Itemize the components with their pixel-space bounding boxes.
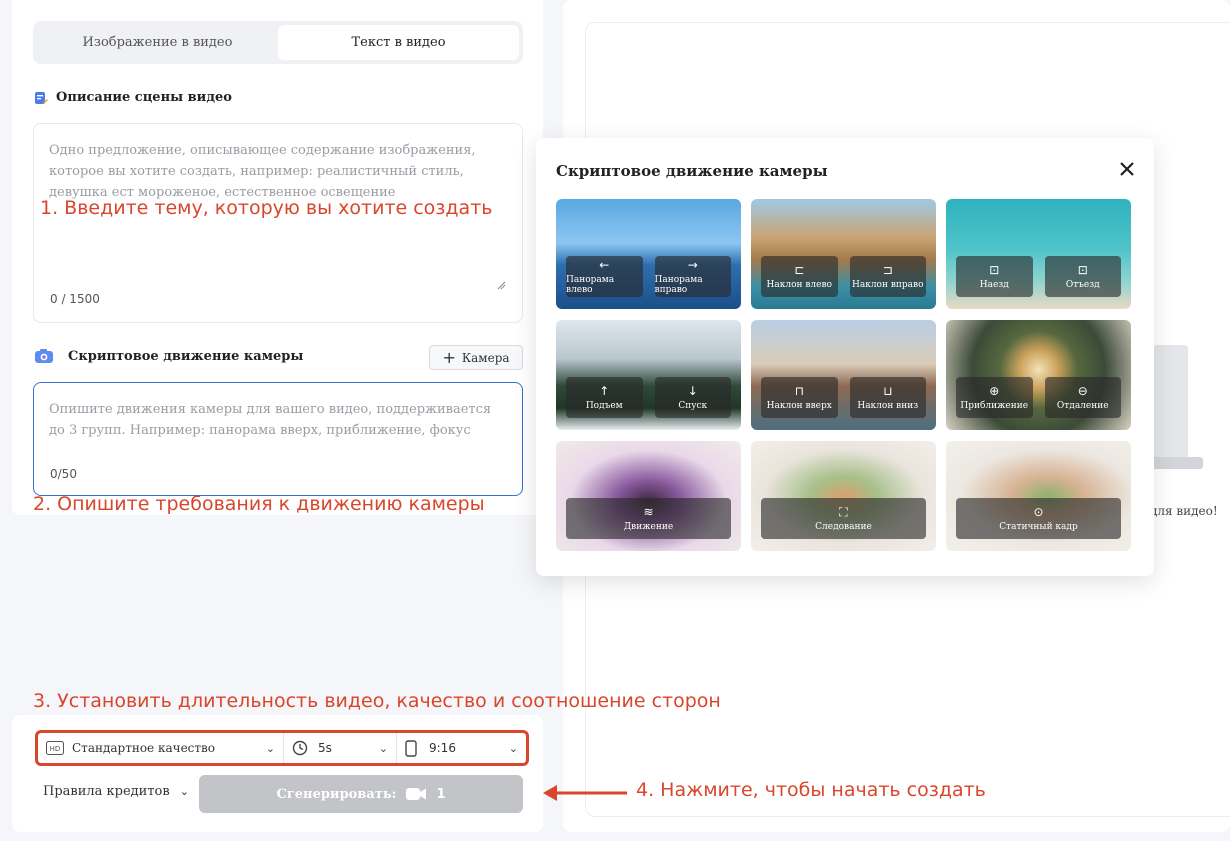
video-camera-icon: [406, 788, 427, 800]
scene-description-input[interactable]: Одно предложение, описывающее содержание…: [33, 123, 523, 323]
hd-icon: HD: [46, 741, 64, 755]
camera-icon: [35, 349, 53, 363]
scene-section-title: Описание сцены видео: [34, 90, 232, 105]
aspect-ratio-select[interactable]: 9:16 ⌄: [396, 733, 526, 763]
svg-text:HD: HD: [50, 745, 61, 753]
tilt-up-icon: ⊓: [794, 384, 804, 398]
motion-card-pan: ← Панорама влево → Панорама вправо: [556, 199, 741, 309]
duration-select[interactable]: 5s ⌄: [283, 733, 396, 763]
zoom-in-button[interactable]: ⊕ Приближение: [956, 377, 1033, 418]
motion-card-motion: ≋ Движение: [556, 441, 741, 551]
camera-section-title: Скриптовое движение камеры: [34, 348, 303, 364]
chevron-down-icon: ⌄: [508, 741, 518, 755]
motion-button[interactable]: ≋ Движение: [566, 498, 731, 539]
zoom-out-button[interactable]: ⊖ Отдаление: [1044, 377, 1121, 418]
scene-placeholder: Одно предложение, описывающее содержание…: [49, 143, 476, 200]
arrow-left-icon: ←: [599, 258, 610, 272]
motion-card-zoom: ⊕ Приближение ⊖ Отдаление: [946, 320, 1131, 430]
generate-button[interactable]: Сгенерировать: 1: [199, 775, 523, 813]
motion-card-static: ⊙ Статичный кадр: [946, 441, 1131, 551]
phone-portrait-icon: [405, 739, 417, 757]
generate-label: Сгенерировать:: [276, 786, 397, 802]
scene-char-counter: 0 / 1500: [50, 292, 100, 306]
chevron-down-icon: ⌄: [265, 741, 275, 755]
follow-button[interactable]: ⛶ Следование: [761, 498, 926, 539]
camera-title-text: Скриптовое движение камеры: [68, 348, 304, 364]
quality-value: Стандартное качество: [72, 741, 216, 755]
arrow-left-annotation-icon: [543, 785, 627, 801]
tilt-down-icon: ⊔: [883, 384, 893, 398]
add-camera-label: Камера: [461, 350, 510, 365]
mode-tabs: Изображение в видео Текст в видео: [33, 21, 523, 64]
camera-motion-grid: ← Панорама влево → Панорама вправо ⊏ Наклон…: [556, 199, 1131, 551]
generate-cost: 1: [436, 786, 446, 802]
annotation-step-2: 2. Опишите требования к движению камеры: [33, 493, 485, 515]
edit-doc-icon: [35, 91, 48, 104]
ratio-value: 9:16: [429, 741, 456, 755]
tilt-right-button[interactable]: ⊐ Наклон вправо: [849, 256, 926, 297]
tab-image-to-video[interactable]: Изображение в видео: [37, 25, 278, 60]
magnify-plus-icon: ⊕: [989, 384, 1000, 398]
motion-card-dolly: ⊡ Наезд ⊡ Отъезд: [946, 199, 1131, 309]
zoom-in-frame-icon: ⊡: [989, 263, 1000, 277]
credits-label: Правила кредитов: [43, 784, 170, 799]
video-settings-row: HD Стандартное качество ⌄ 5s ⌄ 9:16 ⌄: [35, 730, 529, 766]
follow-frame-icon: ⛶: [839, 505, 848, 519]
crane-down-button[interactable]: ↓ Спуск: [654, 377, 731, 418]
magnify-minus-icon: ⊖: [1077, 384, 1088, 398]
chevron-down-icon: ⌄: [179, 785, 189, 798]
tilt-up-button[interactable]: ⊓ Наклон вверх: [761, 377, 838, 418]
credits-rules-dropdown[interactable]: Правила кредитов ⌄: [43, 784, 189, 799]
arrow-down-icon: ↓: [687, 384, 698, 398]
resize-handle-icon[interactable]: [496, 280, 506, 290]
annotation-step-4: 4. Нажмите, чтобы начать создать: [636, 779, 986, 801]
motion-card-tilt-horizontal: ⊏ Наклон влево ⊐ Наклон вправо: [751, 199, 936, 309]
tilt-left-icon: ⊏: [794, 263, 805, 277]
tilt-right-icon: ⊐: [882, 263, 893, 277]
motion-card-tilt-vertical: ⊓ Наклон вверх ⊔ Наклон вниз: [751, 320, 936, 430]
dolly-in-button[interactable]: ⊡ Наезд: [956, 256, 1033, 297]
annotation-step-1: 1. Введите тему, которую вы хотите созда…: [40, 197, 493, 219]
motion-card-crane: ↑ Подъем ↓ Спуск: [556, 320, 741, 430]
plus-icon: +: [442, 347, 456, 367]
close-icon[interactable]: [1118, 160, 1136, 178]
duration-value: 5s: [318, 741, 332, 755]
camera-char-counter: 0/50: [50, 467, 77, 481]
tab-text-to-video[interactable]: Текст в видео: [278, 25, 519, 60]
tilt-down-button[interactable]: ⊔ Наклон вниз: [849, 377, 926, 418]
annotation-step-3: 3. Установить длительность видео, качест…: [33, 690, 721, 712]
arrow-up-icon: ↑: [599, 384, 610, 398]
chevron-down-icon: ⌄: [378, 741, 388, 755]
zoom-out-frame-icon: ⊡: [1077, 263, 1088, 277]
arrow-right-icon: →: [687, 258, 698, 272]
add-camera-button[interactable]: + Камера: [429, 345, 523, 370]
camera-motion-modal: Скриптовое движение камеры ← Панорама вле…: [536, 138, 1154, 576]
quality-select[interactable]: HD Стандартное качество ⌄: [38, 733, 283, 763]
static-target-icon: ⊙: [1033, 505, 1044, 519]
clock-icon: [292, 740, 308, 756]
pan-left-button[interactable]: ← Панорама влево: [566, 256, 643, 297]
tilt-left-button[interactable]: ⊏ Наклон влево: [761, 256, 838, 297]
static-shot-button[interactable]: ⊙ Статичный кадр: [956, 498, 1121, 539]
pan-right-button[interactable]: → Панорама вправо: [654, 256, 731, 297]
modal-title: Скриптовое движение камеры: [556, 162, 828, 180]
dolly-out-button[interactable]: ⊡ Отъезд: [1044, 256, 1121, 297]
camera-motion-input[interactable]: Опишите движения камеры для вашего видео…: [33, 382, 523, 496]
camera-placeholder: Опишите движения камеры для вашего видео…: [49, 402, 492, 438]
motion-icon: ≋: [643, 505, 654, 519]
preview-hint: для видео!: [1150, 504, 1218, 518]
scene-title-text: Описание сцены видео: [56, 90, 232, 105]
crane-up-button[interactable]: ↑ Подъем: [566, 377, 643, 418]
motion-card-follow: ⛶ Следование: [751, 441, 936, 551]
